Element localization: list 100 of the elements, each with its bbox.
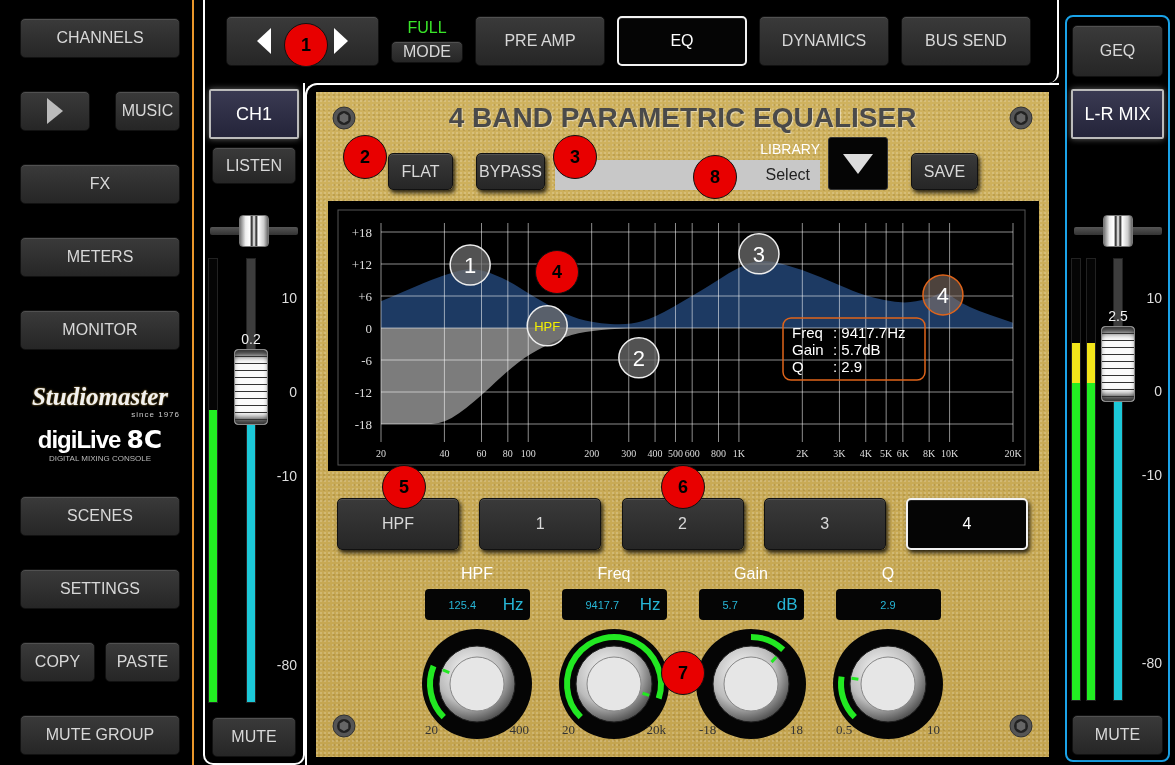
scale-label: 10 — [281, 290, 297, 307]
tab[interactable]: BUS SEND — [901, 16, 1031, 66]
caret-icon — [843, 153, 873, 174]
volume-fader[interactable] — [233, 258, 269, 703]
left-arrow-icon — [257, 28, 271, 54]
menu-button[interactable]: MONITOR — [20, 309, 180, 350]
display-unit: dB — [776, 594, 798, 615]
range-min-label: 20 — [562, 722, 575, 738]
play-button[interactable] — [20, 90, 90, 131]
pan-thumb[interactable] — [1102, 215, 1133, 247]
volume-fader[interactable] — [1100, 258, 1136, 701]
logo-product-text: digiLive — [37, 426, 121, 455]
mode-button[interactable]: MODE — [391, 41, 463, 63]
scale-label: -10 — [276, 468, 297, 485]
geq-button[interactable]: GEQ — [1072, 25, 1163, 77]
logo-brand-text: Studiomaster — [31, 382, 169, 411]
play-icon — [47, 97, 63, 124]
knob-label: HPF — [461, 565, 493, 584]
pan-slider[interactable] — [210, 214, 298, 248]
band-node[interactable]: 3 — [738, 233, 780, 275]
save-button[interactable]: SAVE — [911, 153, 978, 190]
library-dropdown-button[interactable] — [828, 137, 888, 190]
axis-tick-label: 3K — [833, 448, 846, 459]
band-node[interactable]: 4 — [922, 274, 964, 316]
axis-tick-label: 5K — [880, 448, 893, 459]
tab[interactable]: DYNAMICS — [759, 16, 889, 66]
range-max-label: 400 — [509, 722, 529, 738]
axis-tick-label: 20K — [1004, 448, 1022, 459]
channels-button[interactable]: CHANNELS — [20, 18, 180, 58]
tab[interactable]: EQ — [617, 16, 747, 66]
callout-tooltip: 3 — [553, 135, 597, 179]
paste-button[interactable]: PASTE — [105, 642, 180, 682]
band-node[interactable]: 2 — [618, 337, 660, 379]
axis-tick-label: 20 — [376, 448, 386, 459]
fader-value: 0.2 — [241, 331, 261, 348]
panel-title: 4 BAND PARAMETRIC EQUALISER — [448, 102, 917, 134]
range-min-label: 20 — [425, 722, 438, 738]
library-label: LIBRARY — [760, 141, 820, 157]
listen-button[interactable]: LISTEN — [212, 147, 296, 184]
menu-button[interactable]: FX — [20, 163, 180, 204]
pan-slider[interactable] — [1073, 214, 1162, 248]
scale-label: -10 — [1141, 467, 1162, 484]
band-button[interactable]: 2 — [621, 498, 744, 550]
rotary-knob[interactable] — [558, 628, 670, 740]
band-node[interactable]: HPF — [526, 305, 568, 347]
fader-thumb[interactable] — [1101, 326, 1135, 403]
axis-tick-label: 4K — [859, 448, 872, 459]
axis-tick-label: 800 — [711, 448, 726, 459]
axis-tick-label: +6 — [358, 289, 372, 304]
band-button[interactable]: 1 — [479, 498, 602, 550]
axis-tick-label: 8K — [923, 448, 936, 459]
scale-label: 0 — [289, 383, 297, 400]
readout-value: : 9417.7Hz — [833, 324, 906, 341]
axis-tick-label: 0 — [365, 321, 372, 336]
readout-label: Q — [792, 358, 804, 375]
mute-button[interactable]: MUTE — [212, 717, 296, 757]
menu-button[interactable]: SETTINGS — [20, 569, 180, 610]
axis-tick-label: 600 — [684, 448, 700, 459]
readout-label: Freq — [792, 324, 823, 341]
axis-tick-label: -6 — [361, 353, 372, 368]
pan-thumb[interactable] — [239, 215, 269, 247]
display-value: 2.9 — [880, 598, 896, 611]
axis-tick-label: 200 — [584, 448, 600, 459]
axis-tick-label: -12 — [354, 385, 372, 400]
axis-tick-label: 60 — [476, 448, 487, 459]
range-max-label: 20k — [646, 722, 666, 738]
fader-thumb[interactable] — [234, 349, 268, 426]
rotary-knob[interactable] — [832, 628, 944, 740]
scale-label: -80 — [1141, 655, 1162, 672]
menu-button[interactable]: METERS — [20, 236, 180, 277]
axis-tick-label: 80 — [502, 448, 513, 459]
callout-tooltip: 8 — [693, 155, 737, 199]
logo-tagline-text: DIGITAL MIXING CONSOLE — [48, 454, 152, 464]
mute-group-button[interactable]: MUTE GROUP — [20, 714, 180, 755]
copy-button[interactable]: COPY — [20, 642, 95, 682]
scale-label: 10 — [1146, 289, 1162, 306]
tab[interactable]: PRE AMP — [475, 16, 605, 66]
display-value: 9417.7 — [585, 598, 620, 611]
bus-name: L-R MIX — [1071, 89, 1164, 139]
bypass-button[interactable]: BYPASS — [476, 153, 545, 190]
band-button[interactable]: 3 — [763, 498, 886, 550]
axis-tick-label: 6K — [896, 448, 909, 459]
menu-button[interactable]: SCENES — [20, 496, 180, 537]
readout-value: : 2.9 — [833, 358, 863, 375]
axis-tick-label: 40 — [439, 448, 450, 459]
scale-label: 0 — [1154, 382, 1162, 399]
band-button[interactable]: 4 — [906, 498, 1028, 550]
logo-model-text: 8C — [126, 425, 163, 455]
band-node[interactable]: 1 — [449, 244, 491, 286]
axis-tick-label: 100 — [520, 448, 536, 459]
rotary-knob[interactable] — [421, 628, 533, 740]
band-button[interactable]: HPF — [337, 498, 459, 550]
music-button[interactable]: MUSIC — [115, 90, 180, 131]
knob-label: Q — [881, 565, 895, 584]
display-value: 125.4 — [448, 598, 477, 611]
mute-button[interactable]: MUTE — [1072, 715, 1163, 755]
flat-button[interactable]: FLAT — [388, 153, 453, 190]
rotary-knob[interactable] — [695, 628, 807, 740]
scale-label: -80 — [276, 657, 297, 674]
display-value: 5.7 — [722, 598, 738, 611]
